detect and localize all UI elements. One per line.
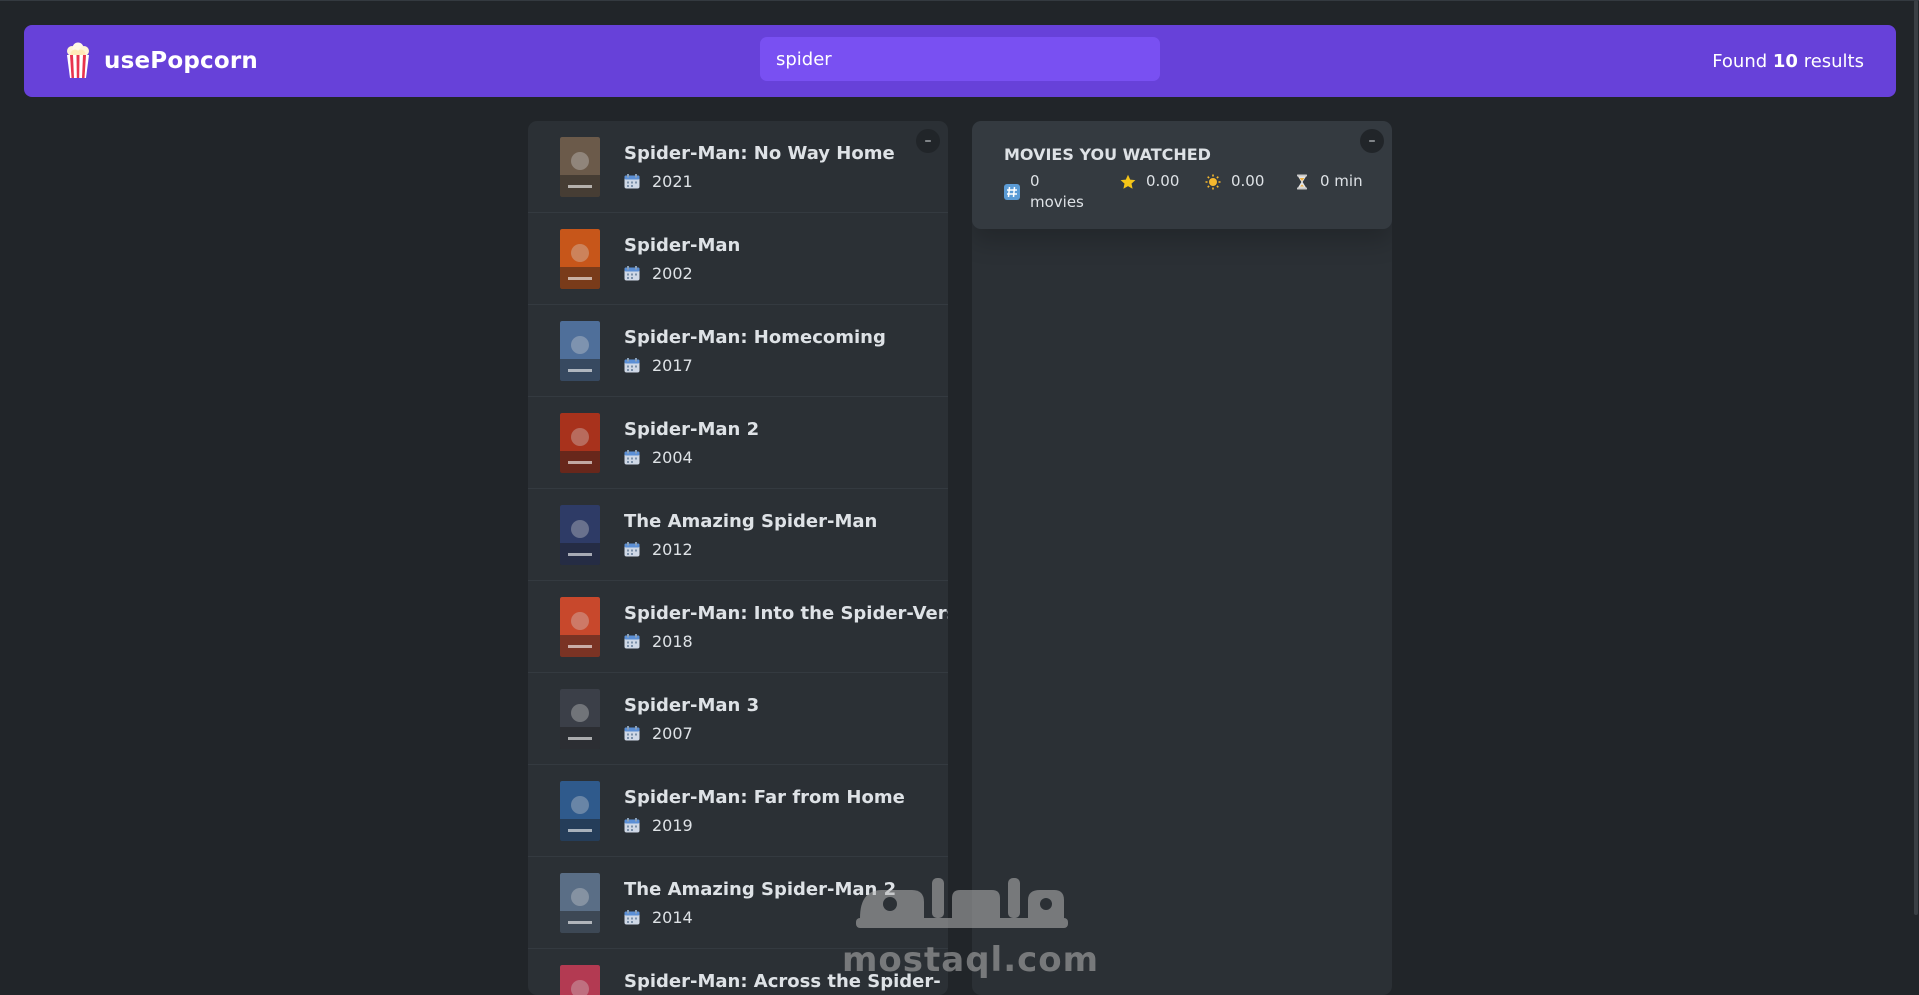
- movie-poster: [560, 136, 600, 197]
- results-prefix: Found: [1712, 50, 1773, 72]
- movie-poster: [560, 688, 600, 749]
- movie-info: Spider-Man: No Way Home 2021: [624, 143, 895, 191]
- calendar-icon: [624, 357, 640, 372]
- movie-poster: [560, 320, 600, 381]
- movie-item[interactable]: Spider-Man: Homecoming 2017: [528, 305, 948, 397]
- calendar-icon: [624, 817, 640, 832]
- movie-list: Spider-Man: No Way Home 2021 Spider-Man 200…: [528, 121, 948, 995]
- sun-icon: [1205, 174, 1221, 189]
- movie-title: The Amazing Spider-Man: [624, 510, 878, 532]
- movie-year: 2002: [652, 263, 693, 283]
- movie-year: 2014: [652, 907, 693, 927]
- calendar-icon: [624, 173, 640, 188]
- hourglass-icon: [1297, 174, 1307, 189]
- watched-summary: Movies you watched 0 movies 0.00 0.00: [972, 121, 1392, 229]
- movie-item[interactable]: Spider-Man: No Way Home 2021: [528, 121, 948, 213]
- movie-year-row: 2007: [624, 724, 759, 743]
- movie-year-row: 2021: [624, 172, 895, 191]
- movie-poster: [560, 964, 600, 995]
- calendar-icon: [624, 541, 640, 556]
- logo: usePopcorn: [64, 25, 258, 97]
- movie-title: Spider-Man: Into the Spider-Verse: [624, 602, 948, 624]
- results-suffix: results: [1797, 50, 1864, 72]
- movie-item[interactable]: The Amazing Spider-Man 2012: [528, 489, 948, 581]
- movie-year-row: 2012: [624, 540, 877, 559]
- movie-title: Spider-Man: Far from Home: [624, 786, 905, 808]
- star-icon: [1120, 174, 1136, 189]
- movie-poster: [560, 596, 600, 657]
- movie-info: Spider-Man 2002: [624, 235, 740, 283]
- movie-year: 2004: [652, 447, 693, 467]
- movie-year: 2018: [652, 631, 693, 651]
- movie-title: Spider-Man 3: [624, 694, 760, 716]
- page-scrollbar[interactable]: [1913, 0, 1919, 995]
- stat-runtime-value: 0 min: [1320, 172, 1363, 190]
- movie-title: Spider-Man: No Way Home: [624, 142, 895, 164]
- movie-poster: [560, 872, 600, 933]
- watermark-text: mostaql.com: [842, 940, 1100, 980]
- movie-year-row: 2002: [624, 264, 740, 283]
- calendar-icon: [624, 633, 640, 648]
- movie-info: The Amazing Spider-Man 2012: [624, 511, 877, 559]
- results-count: Found 10 results: [1712, 25, 1864, 97]
- stat-runtime: 0 min: [1294, 171, 1374, 192]
- movie-info: Spider-Man 2 2004: [624, 419, 759, 467]
- watermark-logo: [856, 878, 1068, 928]
- popcorn-icon: [67, 42, 89, 78]
- movie-title: Spider-Man 2: [624, 418, 760, 440]
- stat-movies-value: 0 movies: [1030, 172, 1084, 211]
- results-number: 10: [1772, 50, 1798, 72]
- movie-info: Spider-Man: Far from Home 2019: [624, 787, 905, 835]
- window-top-border: [0, 0, 1919, 1]
- movie-title: Spider-Man: Homecoming: [624, 326, 886, 348]
- movie-list-box: – Spider-Man: No Way Home 2021 Spider-Man 2…: [528, 121, 948, 995]
- movie-item[interactable]: Spider-Man 2 2004: [528, 397, 948, 489]
- stat-imdb-rating: 0.00: [1120, 171, 1200, 192]
- movie-poster: [560, 228, 600, 289]
- movie-year-row: 2018: [624, 632, 948, 651]
- movie-title: Spider-Man: [624, 234, 741, 256]
- stat-user-value: 0.00: [1231, 172, 1265, 190]
- movie-item[interactable]: Spider-Man: Into the Spider-Verse 2018: [528, 581, 948, 673]
- app-name: usePopcorn: [104, 48, 258, 74]
- calendar-icon: [624, 909, 640, 924]
- movie-year-row: 2017: [624, 356, 886, 375]
- movie-year: 2017: [652, 355, 693, 375]
- movie-year: 2021: [652, 171, 693, 191]
- list-toggle-button[interactable]: –: [916, 129, 940, 153]
- movie-info: Spider-Man: Into the Spider-Verse 2018: [624, 603, 948, 651]
- movie-year: 2012: [652, 539, 693, 559]
- calendar-icon: [624, 265, 640, 280]
- watched-toggle-button[interactable]: –: [1360, 129, 1384, 153]
- movie-year-row: 2004: [624, 448, 759, 467]
- movie-year-row: 2019: [624, 816, 905, 835]
- movie-item[interactable]: Spider-Man: Far from Home 2019: [528, 765, 948, 857]
- calendar-icon: [624, 449, 640, 464]
- movie-year: 2007: [652, 723, 693, 743]
- movie-year: 2019: [652, 815, 693, 835]
- movie-poster: [560, 780, 600, 841]
- movie-info: Spider-Man: Homecoming 2017: [624, 327, 886, 375]
- watermark: mostaql.com: [842, 870, 1100, 980]
- navbar: usePopcorn Found 10 results: [24, 25, 1896, 97]
- movie-poster: [560, 504, 600, 565]
- stat-imdb-value: 0.00: [1146, 172, 1180, 190]
- movie-item[interactable]: Spider-Man 2002: [528, 213, 948, 305]
- stat-user-rating: 0.00: [1205, 171, 1285, 192]
- movie-poster: [560, 412, 600, 473]
- search-input[interactable]: [760, 37, 1160, 81]
- hashtag-icon: [1004, 184, 1020, 200]
- summary-title: Movies you watched: [1004, 145, 1211, 164]
- movie-item[interactable]: Spider-Man 3 2007: [528, 673, 948, 765]
- calendar-icon: [624, 725, 640, 740]
- movie-info: Spider-Man 3 2007: [624, 695, 759, 743]
- page-scrollbar-thumb[interactable]: [1914, 0, 1918, 915]
- watched-box: – Movies you watched 0 movies 0.00 0.00: [972, 121, 1392, 995]
- stat-movies: 0 movies: [1004, 171, 1084, 213]
